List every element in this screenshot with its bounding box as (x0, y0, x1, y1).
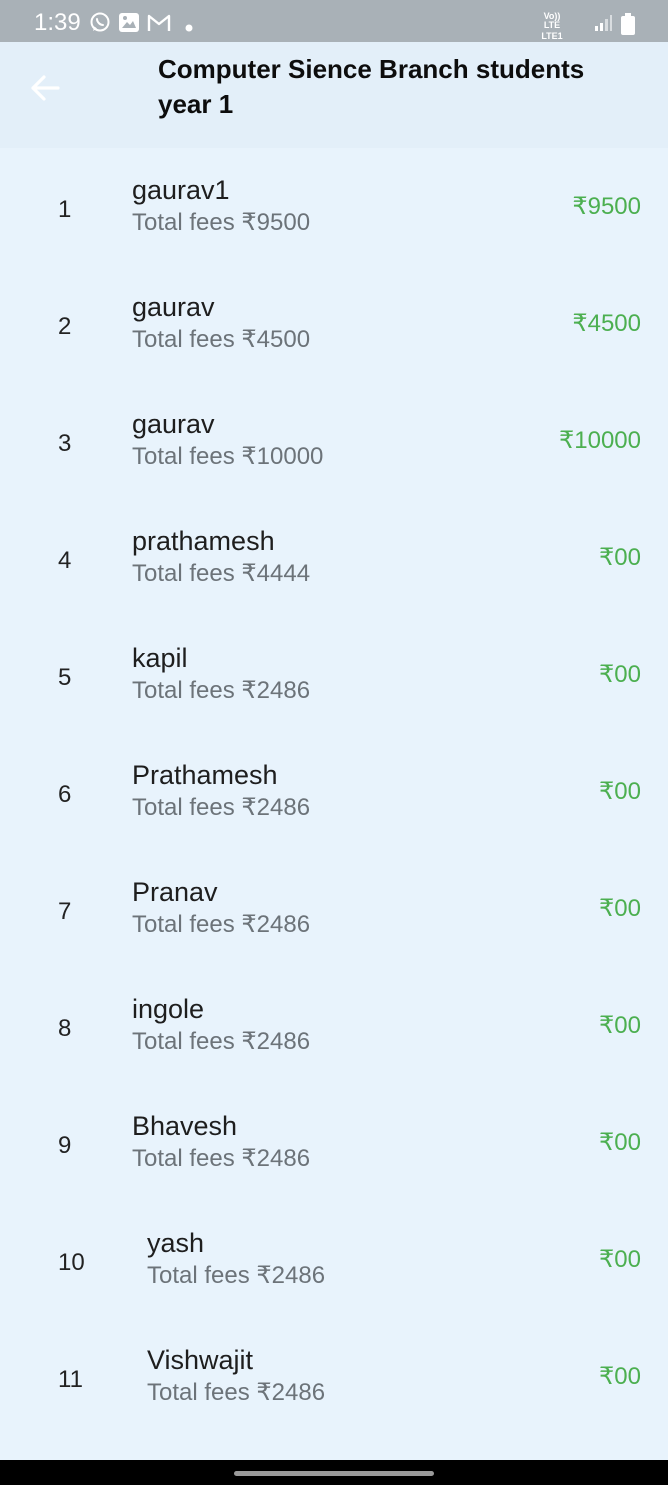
student-amount: ₹00 (599, 1129, 641, 1156)
student-index: 10 (58, 1249, 85, 1276)
student-row[interactable]: 5 kapil Total fees ₹2486 ₹00 (0, 618, 668, 735)
student-row[interactable]: 1 gaurav1 Total fees ₹9500 ₹9500 (0, 150, 668, 267)
network-bottom-text: LTE1 (541, 31, 563, 41)
student-total-fees: Total fees ₹2486 (132, 794, 311, 821)
student-row[interactable]: 8 ingole Total fees ₹2486 ₹00 (0, 969, 668, 1086)
network-top-text: Vo)) LTE (543, 11, 561, 30)
page-title: Computer Sience Branch students year 1 (158, 54, 585, 119)
student-total-fees: Total fees ₹2486 (147, 1262, 326, 1289)
student-amount: ₹00 (599, 778, 641, 805)
student-row[interactable]: 11 Vishwajit Total fees ₹2486 ₹00 (0, 1320, 668, 1437)
student-total-fees: Total fees ₹2486 (132, 911, 311, 938)
network-indicator: Vo)) LTE LTE1 (539, 12, 565, 41)
app-bar: Computer Sience Branch students year 1 (0, 42, 668, 148)
student-index: 9 (58, 1132, 72, 1159)
student-total-fees: Total fees ₹9500 (132, 209, 311, 236)
student-amount: ₹00 (599, 1012, 641, 1039)
student-index: 4 (58, 547, 72, 574)
student-list[interactable]: 1 gaurav1 Total fees ₹9500 ₹9500 2 gaura… (0, 150, 668, 1460)
student-amount: ₹10000 (558, 427, 641, 454)
student-total-fees: Total fees ₹2486 (132, 1028, 311, 1055)
student-total-fees: Total fees ₹4500 (132, 326, 311, 353)
student-amount: ₹00 (599, 1246, 641, 1273)
student-amount: ₹00 (599, 544, 641, 571)
whatsapp-icon (89, 11, 111, 38)
student-name: gaurav (132, 292, 215, 322)
student-row[interactable]: 2 gaurav Total fees ₹4500 ₹4500 (0, 267, 668, 384)
student-total-fees: Total fees ₹2486 (132, 677, 311, 704)
student-row[interactable]: 9 Bhavesh Total fees ₹2486 ₹00 (0, 1086, 668, 1203)
student-amount: ₹9500 (572, 193, 641, 220)
student-row[interactable]: 3 gaurav Total fees ₹10000 ₹10000 (0, 384, 668, 501)
student-index: 8 (58, 1015, 72, 1042)
arrow-left-icon (20, 75, 72, 114)
student-name: yash (147, 1228, 205, 1258)
student-name: Prathamesh (132, 760, 278, 790)
student-row[interactable]: 10 yash Total fees ₹2486 ₹00 (0, 1203, 668, 1320)
student-total-fees: Total fees ₹10000 (132, 443, 324, 470)
student-index: 6 (58, 781, 72, 808)
status-time: 1:39 (34, 9, 81, 36)
gmail-icon (147, 14, 171, 37)
student-index: 5 (58, 664, 72, 691)
student-name: Pranav (132, 877, 218, 907)
student-name: gaurav1 (132, 175, 230, 205)
student-index: 1 (58, 196, 72, 223)
student-name: Vishwajit (147, 1345, 254, 1375)
signal-icon (594, 14, 612, 37)
navigation-bar (0, 1460, 668, 1485)
student-index: 3 (58, 430, 72, 457)
gallery-icon (119, 13, 139, 37)
student-name: ingole (132, 994, 205, 1024)
student-amount: ₹00 (599, 895, 641, 922)
student-amount: ₹4500 (572, 310, 641, 337)
student-row[interactable]: 6 Prathamesh Total fees ₹2486 ₹00 (0, 735, 668, 852)
student-total-fees: Total fees ₹2486 (147, 1379, 326, 1406)
back-button[interactable] (20, 66, 72, 110)
student-row[interactable]: 4 prathamesh Total fees ₹4444 ₹00 (0, 501, 668, 618)
student-name: Bhavesh (132, 1111, 238, 1141)
status-bar: 1:39 Vo)) LTE LTE1 (0, 0, 668, 42)
student-index: 11 (58, 1366, 83, 1393)
student-total-fees: Total fees ₹2486 (132, 1145, 311, 1172)
student-index: 2 (58, 313, 72, 340)
student-total-fees: Total fees ₹4444 (132, 560, 311, 587)
battery-icon (621, 13, 635, 40)
student-row[interactable]: 7 Pranav Total fees ₹2486 ₹00 (0, 852, 668, 969)
home-gesture-handle[interactable] (234, 1471, 434, 1476)
student-name: prathamesh (132, 526, 275, 556)
student-amount: ₹00 (599, 661, 641, 688)
student-name: gaurav (132, 409, 215, 439)
student-index: 7 (58, 898, 72, 925)
dot-icon (185, 19, 193, 37)
student-name: kapil (132, 643, 188, 673)
student-amount: ₹00 (599, 1363, 641, 1390)
